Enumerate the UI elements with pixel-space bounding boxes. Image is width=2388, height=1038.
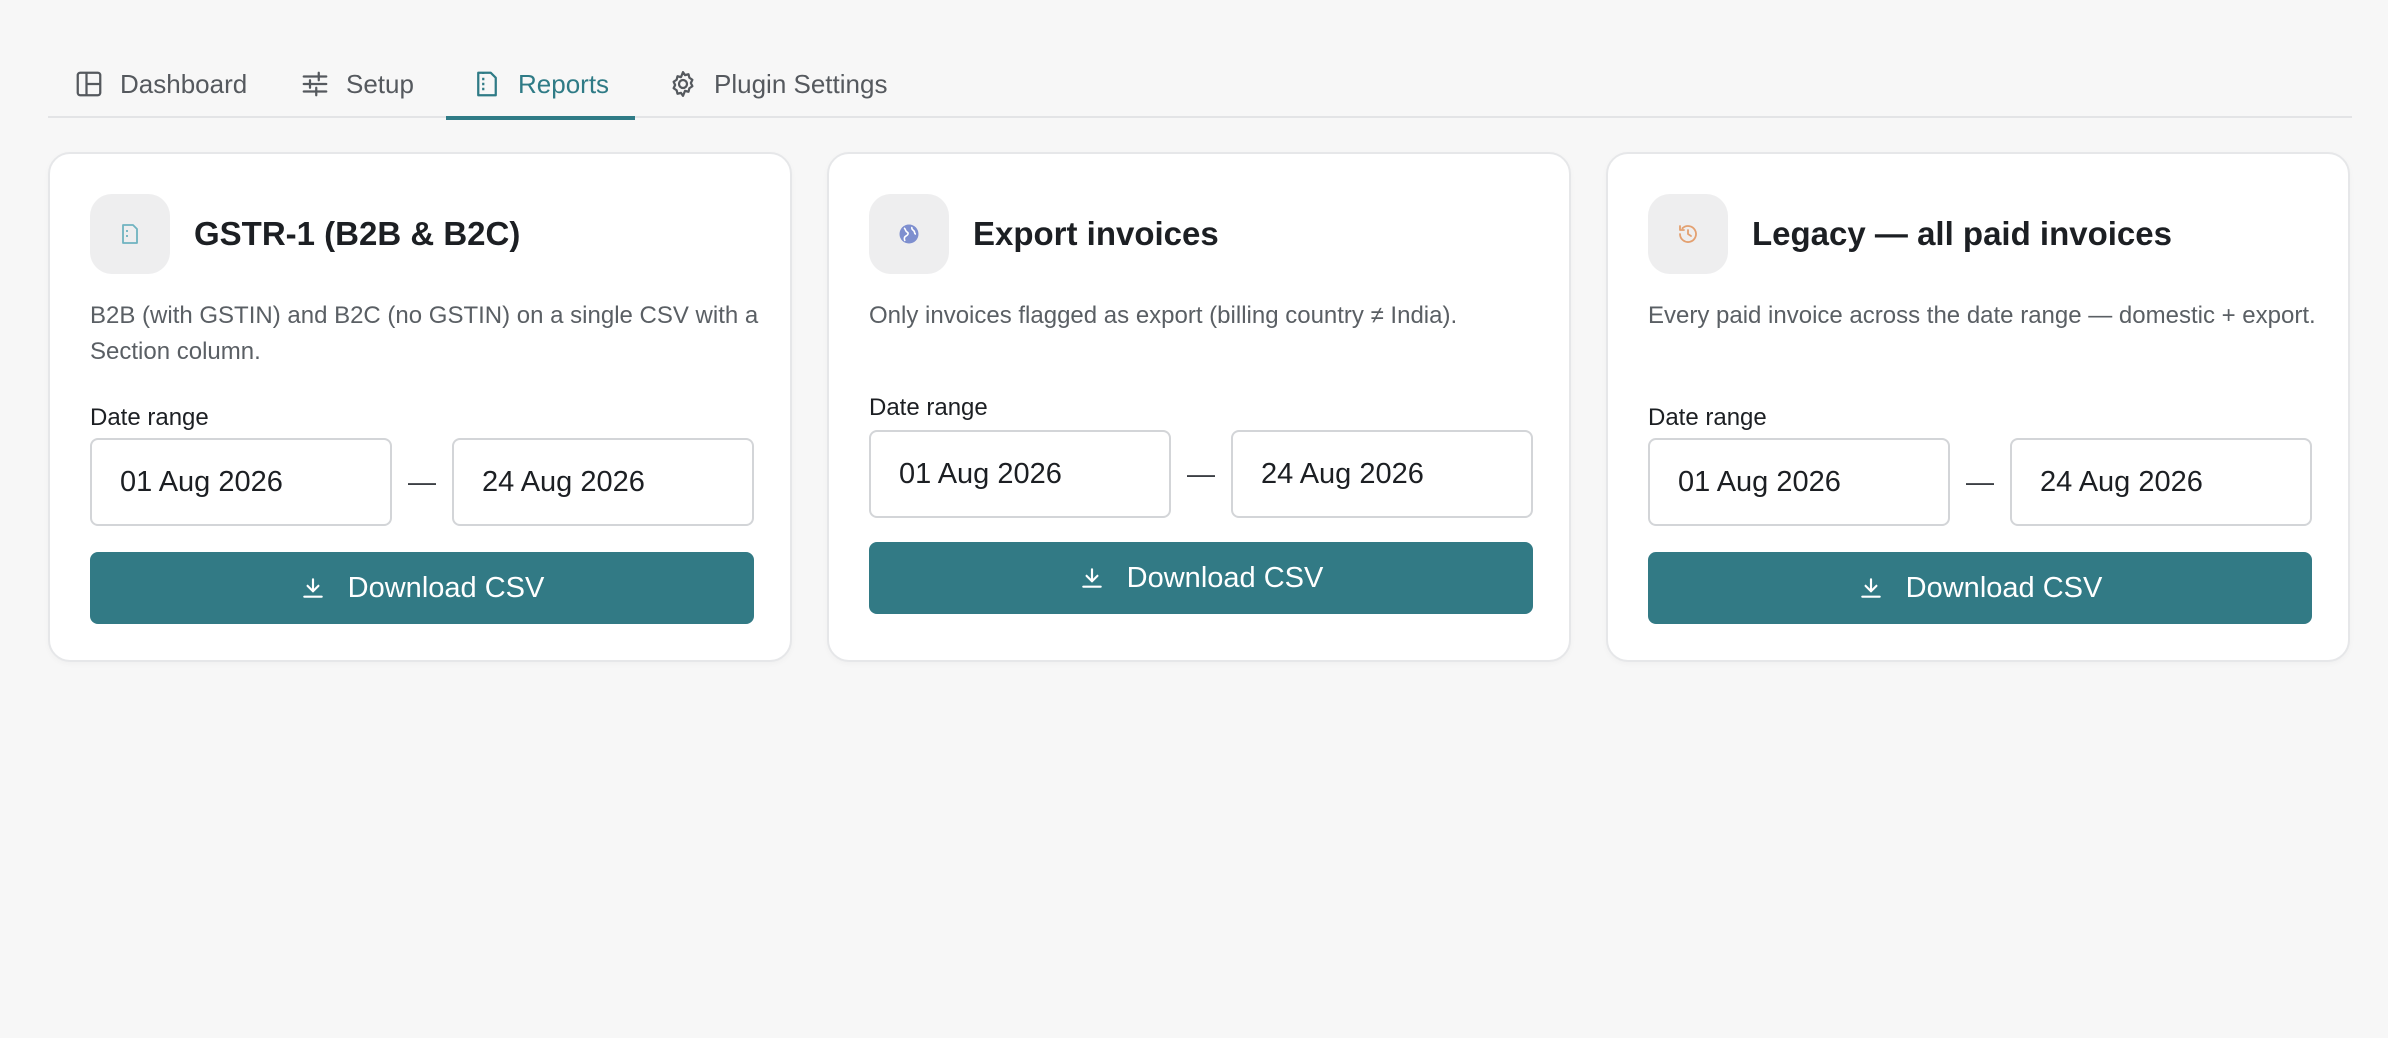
start-date-input[interactable]: 01 Aug 2026 — [1648, 438, 1950, 526]
gear-icon — [672, 71, 694, 97]
card-icon-tile — [1648, 194, 1728, 274]
end-date-input[interactable]: 24 Aug 2026 — [452, 438, 754, 526]
date-range-label: Date range — [869, 394, 988, 421]
reports-page: Dashboard Setup Reports Plugin Settings … — [0, 0, 2388, 1038]
tab-dashboard[interactable]: Dashboard — [48, 50, 273, 118]
button-label: Download CSV — [347, 571, 545, 604]
download-icon — [1081, 568, 1102, 588]
download-csv-button[interactable]: Download CSV — [869, 542, 1533, 614]
card-description: B2B (with GSTIN) and B2C (no GSTIN) on a… — [90, 302, 759, 365]
button-label: Download CSV — [1126, 561, 1324, 594]
sliders-icon — [302, 71, 328, 97]
tab-setup[interactable]: Setup — [274, 50, 440, 118]
tab-label: Dashboard — [120, 68, 248, 99]
tab-label: Setup — [346, 68, 414, 99]
download-csv-button[interactable]: Download CSV — [90, 552, 754, 624]
card-icon-tile — [90, 194, 170, 274]
tab-reports[interactable]: Reports — [446, 50, 636, 120]
report-icon — [477, 71, 497, 97]
start-date-input[interactable]: 01 Aug 2026 — [90, 438, 392, 526]
date-separator: — — [408, 466, 436, 497]
card-description: Only invoices flagged as export (billing… — [869, 302, 1458, 329]
report-card-gstr1: GSTR-1 (B2B & B2C) B2B (with GSTIN) and … — [48, 152, 792, 662]
report-card-legacy: Legacy — all paid invoices Every paid in… — [1606, 152, 2350, 662]
tab-label: Reports — [518, 68, 610, 99]
date-separator: — — [1966, 466, 1994, 497]
tab-bar: Dashboard Setup Reports Plugin Settings — [48, 0, 2352, 120]
card-title: GSTR-1 (B2B & B2C) — [194, 215, 521, 252]
history-icon — [1679, 225, 1697, 243]
card-description: Every paid invoice across the date range… — [1648, 302, 2316, 329]
card-title: Export invoices — [973, 215, 1219, 252]
card-title: Legacy — all paid invoices — [1752, 215, 2172, 252]
date-range-label: Date range — [90, 404, 209, 431]
report-card-export: Export invoices Only invoices flagged as… — [827, 152, 1571, 662]
end-date-input[interactable]: 24 Aug 2026 — [1231, 430, 1533, 518]
end-date-input[interactable]: 24 Aug 2026 — [2010, 438, 2312, 526]
tab-plugin-settings[interactable]: Plugin Settings — [642, 50, 913, 118]
card-icon-tile — [869, 194, 949, 274]
download-csv-button[interactable]: Download CSV — [1648, 552, 2312, 624]
tab-label: Plugin Settings — [714, 68, 888, 99]
globe-icon — [899, 224, 919, 244]
download-icon — [302, 578, 323, 598]
layout-icon — [76, 71, 102, 97]
start-date-input[interactable]: 01 Aug 2026 — [869, 430, 1171, 518]
date-range-label: Date range — [1648, 404, 1767, 431]
date-separator: — — [1187, 458, 1215, 489]
download-icon — [1860, 578, 1881, 598]
button-label: Download CSV — [1905, 571, 2103, 604]
document-icon — [122, 224, 138, 244]
